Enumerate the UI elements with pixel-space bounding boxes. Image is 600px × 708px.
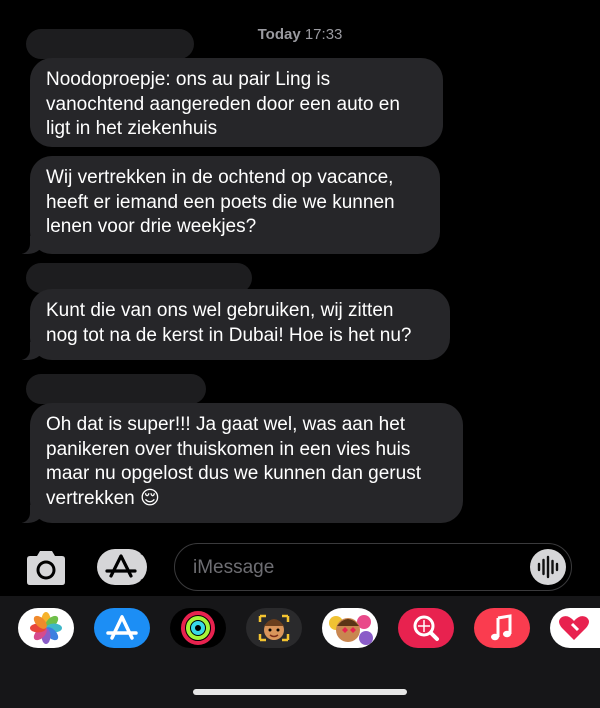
- sender-name-redacted: [26, 374, 206, 404]
- app-music[interactable]: [474, 608, 530, 648]
- waveform-icon: [537, 555, 559, 579]
- sender-name-redacted: [26, 29, 194, 59]
- app-store-icon: [97, 549, 152, 585]
- memoji-app-icon: [258, 614, 290, 642]
- message-bubble[interactable]: Noodoproepje: ons au pair Ling is vanoch…: [30, 58, 443, 147]
- message-line: nog tot na de kerst in Dubai! Hoe is het…: [46, 324, 412, 346]
- message-line: lenen voor drie weekjes?: [46, 216, 257, 237]
- app-animoji[interactable]: [322, 608, 378, 648]
- app-heart[interactable]: [550, 608, 600, 648]
- music-app-icon: [491, 614, 512, 641]
- message-bubble[interactable]: Oh dat is super!!! Ja gaat wel, was aan …: [16, 403, 463, 523]
- camera-button[interactable]: [23, 549, 69, 587]
- camera-icon: [27, 551, 65, 585]
- message-line-text: vertrekken: [46, 487, 135, 509]
- message-line: Oh dat is super!!! Ja gaat wel, was aan …: [46, 414, 406, 435]
- animoji-app-icon: [329, 615, 373, 645]
- message-line: ligt in het ziekenhuis: [46, 118, 218, 139]
- app-photos[interactable]: [18, 608, 74, 648]
- timestamp-day: Today: [257, 26, 301, 43]
- home-indicator[interactable]: [193, 689, 407, 695]
- message-line: maar nu opgelost dus we kunnen dan gerus…: [46, 463, 421, 484]
- message-bubble[interactable]: Kunt die van ons wel gebruiken, wij zitt…: [16, 289, 450, 360]
- app-app-store[interactable]: [94, 608, 150, 648]
- message-line: vertrekken 😌: [46, 487, 445, 512]
- activity-app-icon: [181, 611, 215, 645]
- heart-app-icon: [559, 616, 589, 640]
- message-bubble[interactable]: Wij vertrekken in de ochtend op vacance,…: [16, 156, 440, 254]
- imessage-field: [174, 543, 572, 591]
- timestamp-time: 17:33: [304, 26, 343, 43]
- compose-bar: [0, 541, 600, 593]
- message-line: panikeren over thuiskomen in een vies hu…: [46, 438, 411, 460]
- message-line: Wij vertrekken in de ochtend op vacance,: [46, 167, 394, 188]
- app-activity[interactable]: [170, 608, 226, 648]
- app-store-button[interactable]: [97, 549, 152, 585]
- message-input[interactable]: [191, 544, 525, 591]
- image-search-app-icon: [413, 615, 439, 641]
- relieved-face-emoji: 😌: [139, 487, 160, 509]
- app-memoji[interactable]: [246, 608, 302, 648]
- photos-app-icon: [30, 612, 62, 644]
- app-store-app-icon: [106, 615, 138, 640]
- message-line: Noodoproepje: ons au pair Ling is: [46, 69, 331, 90]
- message-line: vanochtend aangereden door een auto en: [46, 93, 400, 115]
- message-line: heeft er iemand een poets die we kunnen: [46, 191, 395, 213]
- app-image-search[interactable]: [398, 608, 454, 648]
- audio-message-button[interactable]: [530, 549, 566, 585]
- message-line: Kunt die van ons wel gebruiken, wij zitt…: [46, 300, 394, 321]
